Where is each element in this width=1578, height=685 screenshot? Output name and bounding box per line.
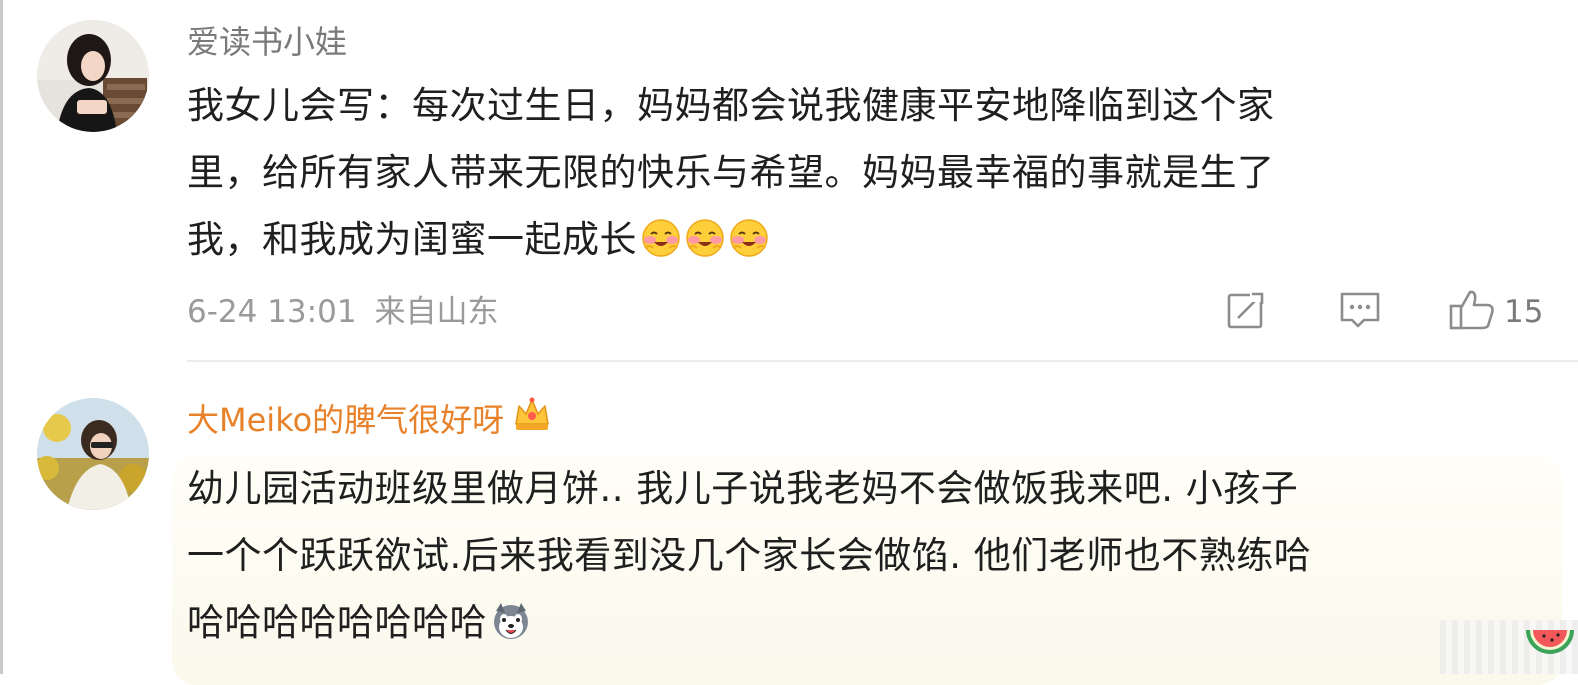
username-text: 大Meiko的脾气很好呀 [187, 401, 505, 439]
like-button[interactable]: 15 [1448, 290, 1543, 334]
comment-meta: 6-24 13:01 来自山东 [187, 290, 499, 334]
location: 来自山东 [374, 294, 499, 330]
comment-item-2: 大Meiko的脾气很好呀 幼儿园活动班级里做月饼.. 我儿子说我老妈不会做饭我来… [0, 362, 1578, 674]
share-button[interactable] [1224, 290, 1268, 334]
like-count: 15 [1504, 294, 1544, 330]
crown-icon [512, 394, 552, 445]
comment-line: 一个个跃跃欲试.后来我看到没几个家长会做馅. 他们老师也不熟练哈 [187, 534, 1312, 577]
reply-button[interactable] [1338, 290, 1382, 334]
username[interactable]: 爱读书小娃 [187, 20, 347, 64]
thumbs-up-icon [1448, 288, 1496, 336]
comment-line: 我女儿会写：每次过生日，妈妈都会说我健康平安地降临到这个家 [187, 84, 1275, 127]
comment-line-last: 我，和我成为闺蜜一起成长 [187, 206, 1527, 273]
comment-body: 幼儿园活动班级里做月饼.. 我儿子说我老妈不会做饭我来吧. 小孩子 一个个跃跃欲… [187, 455, 1527, 656]
comment-icon [1338, 288, 1382, 336]
blush-emoji [685, 212, 725, 279]
blush-emoji [641, 212, 681, 279]
username-vip[interactable]: 大Meiko的脾气很好呀 [187, 397, 552, 445]
husky-emoji [491, 595, 531, 662]
comment-item-1: 爱读书小娃 我女儿会写：每次过生日，妈妈都会说我健康平安地降临到这个家 里，给所… [0, 0, 1578, 362]
comment-line-text: 哈哈哈哈哈哈哈哈 [187, 601, 487, 644]
avatar[interactable] [37, 20, 149, 132]
comment-line: 里，给所有家人带来无限的快乐与希望。妈妈最幸福的事就是生了 [187, 151, 1275, 194]
comment-line-last: 哈哈哈哈哈哈哈哈 [187, 589, 1527, 656]
comment-body: 我女儿会写：每次过生日，妈妈都会说我健康平安地降临到这个家 里，给所有家人带来无… [187, 72, 1527, 273]
blush-emoji [729, 212, 769, 279]
timestamp: 6-24 13:01 [187, 294, 357, 330]
share-icon [1224, 288, 1268, 336]
comment-line-text: 我，和我成为闺蜜一起成长 [187, 218, 637, 261]
avatar[interactable] [37, 398, 149, 510]
comment-line: 幼儿园活动班级里做月饼.. 我儿子说我老妈不会做饭我来吧. 小孩子 [187, 467, 1299, 510]
watermelon-icon [1522, 626, 1578, 678]
